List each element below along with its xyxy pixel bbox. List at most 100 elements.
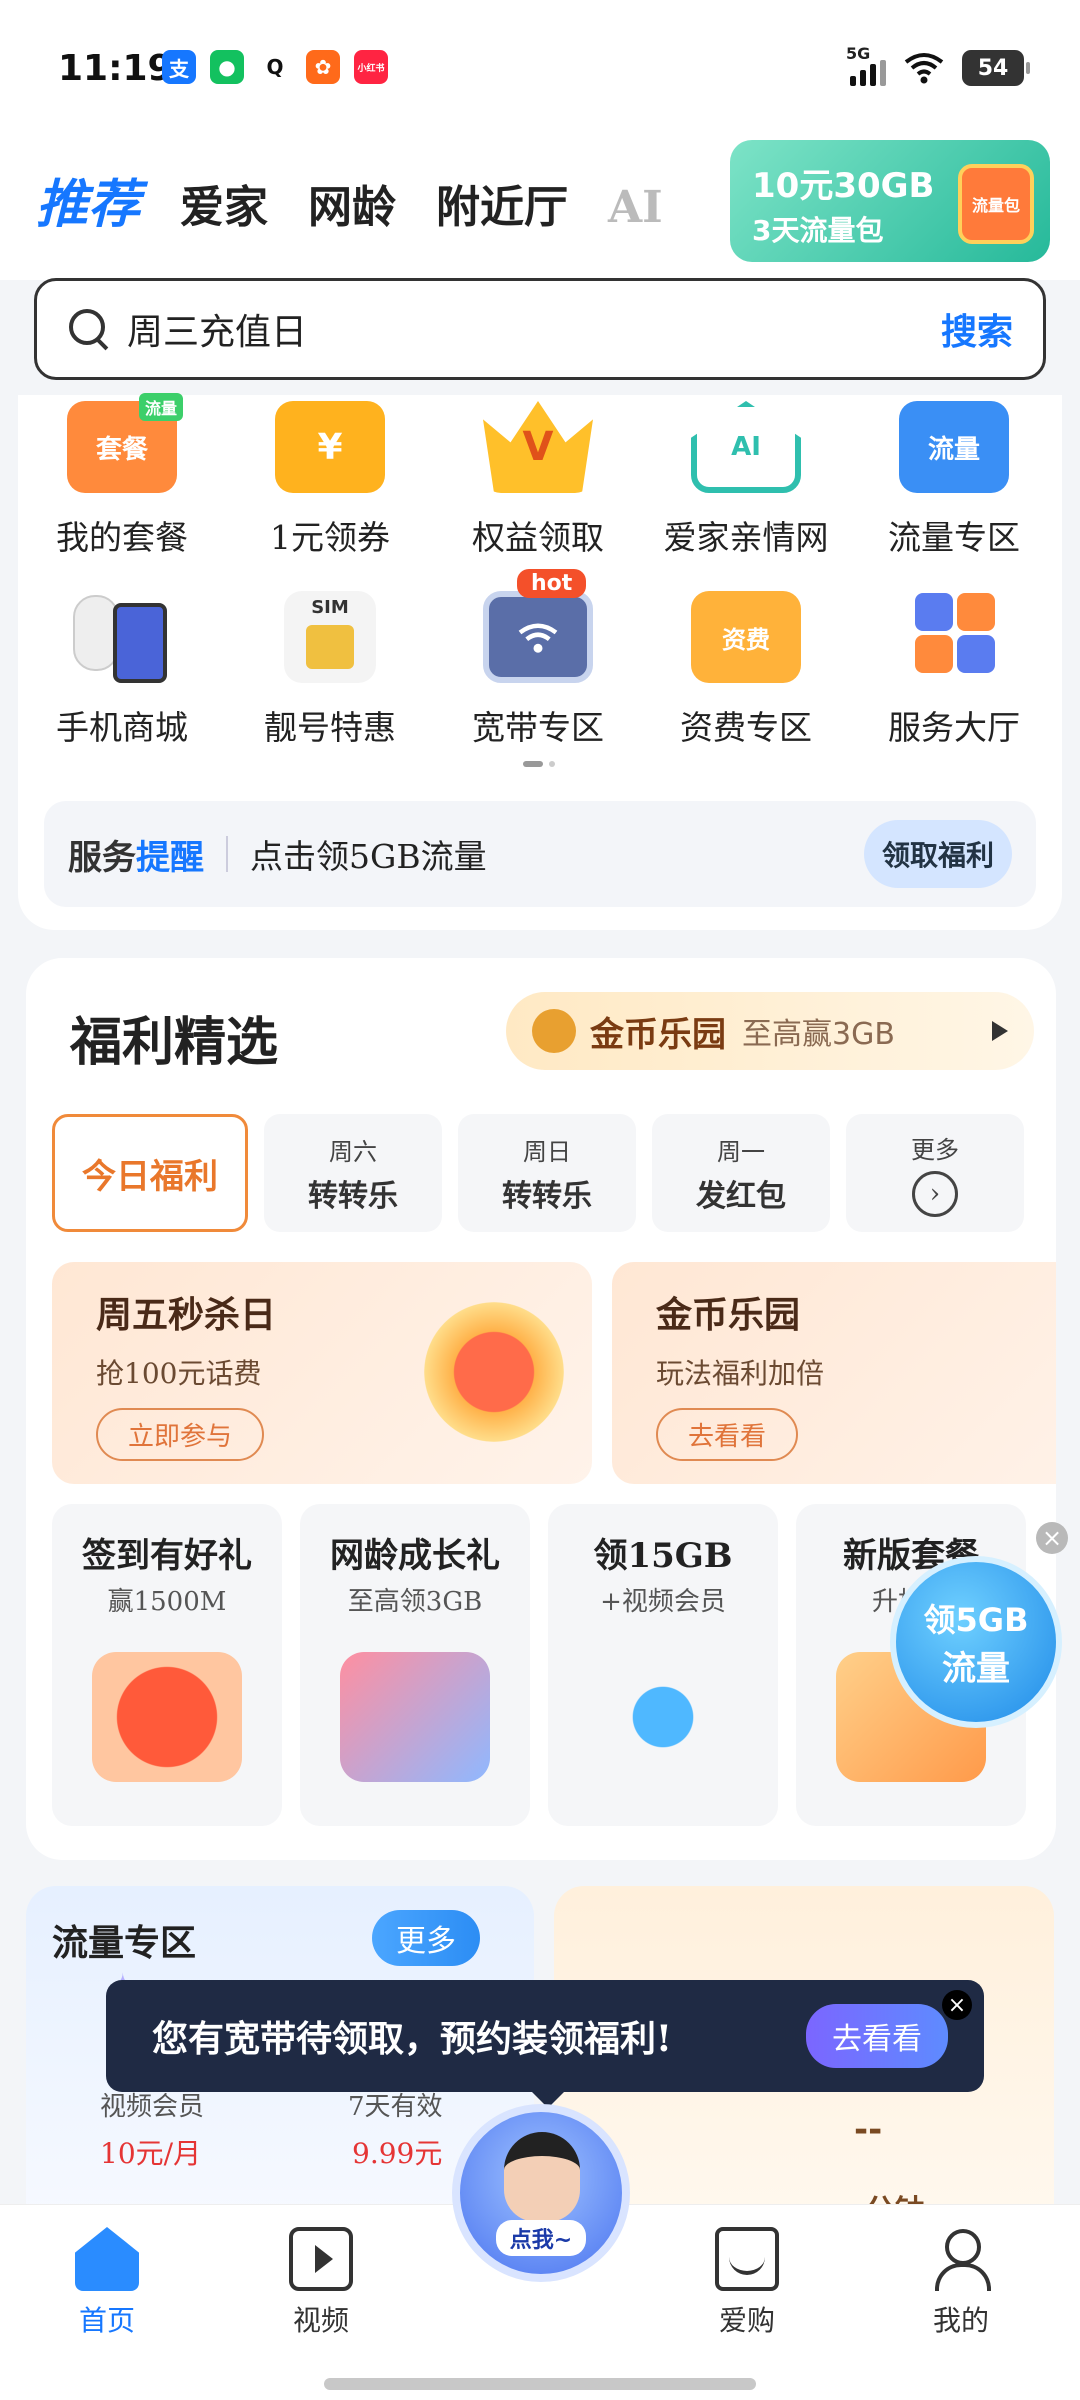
go-see-button[interactable]: 去看看 <box>806 2004 948 2068</box>
tab-ai[interactable]: AI <box>608 182 663 233</box>
divider <box>226 836 228 872</box>
search-icon <box>67 307 111 351</box>
service-label: 服务大厅 <box>888 708 1020 747</box>
service-data-zone[interactable]: 流量 流量专区 <box>850 401 1058 559</box>
service-grid-card: 套餐 流量 我的套餐 ¥ 1元领券 V 权益领取 AI 爱家亲情网 流量 流量专… <box>18 393 1062 930</box>
play-arrow-icon <box>992 1021 1008 1041</box>
xiaohongshu-icon: 小红书 <box>354 50 388 84</box>
service-label: 权益领取 <box>472 518 604 557</box>
coin-park-entry[interactable]: 金币乐园 至高赢3GB <box>506 992 1034 1070</box>
service-grid-icon <box>899 591 1009 683</box>
ai-home-icon: AI <box>691 401 801 493</box>
item-price: 10元/月 <box>100 2137 202 2170</box>
nav-me[interactable]: 我的 <box>896 2227 1026 2339</box>
assistant-avatar <box>504 2132 580 2222</box>
hot-badge: hot <box>517 569 587 598</box>
video-apps-icon <box>588 1652 738 1782</box>
tab-more[interactable]: 更多 › <box>846 1114 1024 1232</box>
service-hall[interactable]: 服务大厅 <box>850 591 1058 749</box>
free-5gb-float-badge[interactable]: 领5GB 流量 <box>890 1556 1062 1728</box>
tree-icon <box>532 1009 576 1053</box>
coupon-icon: ¥ <box>275 401 385 493</box>
alipay-icon: 支 <box>162 50 196 84</box>
tab-recommend[interactable]: 推荐 <box>36 162 140 237</box>
service-my-package[interactable]: 套餐 流量 我的套餐 <box>18 393 226 559</box>
person-icon <box>929 2227 993 2291</box>
search-bar[interactable]: 周三充值日 搜索 <box>34 278 1046 380</box>
service-label: 流量专区 <box>888 518 1020 557</box>
service-tariff[interactable]: 资费 资费专区 <box>642 591 850 749</box>
tab-sunday[interactable]: 周日 转转乐 <box>458 1114 636 1232</box>
phone-camera-icon <box>67 591 177 683</box>
coin-park-card[interactable]: 金币乐园 玩法福利加倍 去看看 <box>612 1262 1056 1484</box>
data-zone-title: 流量专区 <box>52 1922 197 1964</box>
sim-card-icon: SIM <box>284 591 376 683</box>
tab-tenure[interactable]: 网龄 <box>308 171 396 235</box>
tariff-icon: 资费 <box>691 591 801 683</box>
notification-icons: 支 ● Q ✿ 小红书 <box>162 50 388 84</box>
close-icon[interactable]: × <box>942 1990 972 2020</box>
join-now-button[interactable]: 立即参与 <box>96 1408 265 1461</box>
red-envelope-icon <box>92 1652 242 1782</box>
more-button[interactable]: 更多 <box>372 1910 480 1966</box>
tab-nearby-hall[interactable]: 附近厅 <box>436 171 568 235</box>
status-bar: 11:19 支 ● Q ✿ 小红书 5G 54 <box>0 0 1080 130</box>
qq-icon: Q <box>258 50 292 84</box>
service-label: 靓号特惠 <box>264 708 396 747</box>
service-label: 资费专区 <box>680 708 812 747</box>
home-indicator[interactable] <box>324 2378 756 2390</box>
checkin-gift-card[interactable]: 签到有好礼 赢1500M <box>52 1504 282 1826</box>
tab-monday[interactable]: 周一 发红包 <box>652 1114 830 1232</box>
go-see-button[interactable]: 去看看 <box>656 1408 799 1461</box>
item-price: 9.99元 <box>352 2137 443 2170</box>
nav-shop[interactable]: 爱购 <box>682 2227 812 2339</box>
service-broadband[interactable]: hot 宽带专区 <box>434 569 642 749</box>
claim-benefit-button[interactable]: 领取福利 <box>863 820 1012 888</box>
coin-park-sub: 至高赢3GB <box>742 1017 895 1052</box>
nav-video[interactable]: 视频 <box>256 2227 386 2339</box>
data-pack-promo-banner[interactable]: 10元30GB 3天流量包 流量包 <box>730 140 1050 262</box>
friday-flash-sale-card[interactable]: 周五秒杀日 抢100元话费 立即参与 <box>52 1262 592 1484</box>
service-coupon[interactable]: ¥ 1元领券 <box>226 401 434 559</box>
data-15gb-card[interactable]: 领15GB +视频会员 <box>548 1504 778 1826</box>
service-lucky-number[interactable]: SIM 靓号特惠 <box>226 591 434 749</box>
service-label: 我的套餐 <box>56 518 188 557</box>
ai-assistant-button[interactable]: 点我~ <box>452 2104 630 2282</box>
service-label: 1元领券 <box>270 518 390 557</box>
home-icon <box>75 2227 139 2291</box>
wifi-icon <box>904 52 944 84</box>
tooltip-text: 您有宽带待领取，预约装领福利! <box>152 2018 672 2060</box>
gift-box-icon <box>340 1652 490 1782</box>
welfare-card: 福利精选 金币乐园 至高赢3GB 今日福利 周六 转转乐 周日 转转乐 周一 发… <box>26 958 1056 1860</box>
service-rights[interactable]: V 权益领取 <box>434 401 642 559</box>
assistant-label: 点我~ <box>495 2220 587 2256</box>
reminder-text: 点击领5GB流量 <box>250 837 487 876</box>
reminder-title: 服务提醒 <box>68 837 204 878</box>
placeholder-value: -- <box>854 2110 883 2150</box>
service-reminder[interactable]: 服务提醒 点击领5GB流量 领取福利 <box>44 801 1036 907</box>
cellular-signal-icon: 5G <box>846 44 886 88</box>
video-icon <box>289 2227 353 2291</box>
tab-saturday[interactable]: 周六 转转乐 <box>264 1114 442 1232</box>
service-phone-mall[interactable]: 手机商城 <box>18 591 226 749</box>
status-time: 11:19 <box>58 48 173 89</box>
search-button[interactable]: 搜索 <box>941 303 1013 355</box>
chevron-right-icon: › <box>912 1170 958 1217</box>
package-icon: 套餐 流量 <box>67 393 183 493</box>
wifi-tv-icon: hot <box>483 569 593 683</box>
broadband-tooltip: 您有宽带待领取，预约装领福利! 去看看 × <box>106 1980 984 2108</box>
top-tab-bar: 推荐 爱家 网龄 附近厅 AI 10元30GB 3天流量包 流量包 <box>0 130 1080 280</box>
nav-home[interactable]: 首页 <box>42 2227 172 2339</box>
tab-today-welfare[interactable]: 今日福利 <box>52 1114 248 1232</box>
tab-family[interactable]: 爱家 <box>180 171 268 235</box>
page-indicator <box>523 761 555 767</box>
service-family-network[interactable]: AI 爱家亲情网 <box>642 401 850 559</box>
battery-icon: 54 <box>962 50 1030 86</box>
taobao-icon: ✿ <box>306 50 340 84</box>
data-shop-icon: 流量 <box>899 401 1009 493</box>
welfare-title: 福利精选 <box>70 1000 278 1075</box>
tenure-gift-card[interactable]: 网龄成长礼 至高领3GB <box>300 1504 530 1826</box>
search-input[interactable]: 周三充值日 <box>127 303 941 355</box>
coin-park-name: 金币乐园 <box>590 1014 726 1055</box>
close-icon[interactable]: × <box>1036 1522 1068 1554</box>
